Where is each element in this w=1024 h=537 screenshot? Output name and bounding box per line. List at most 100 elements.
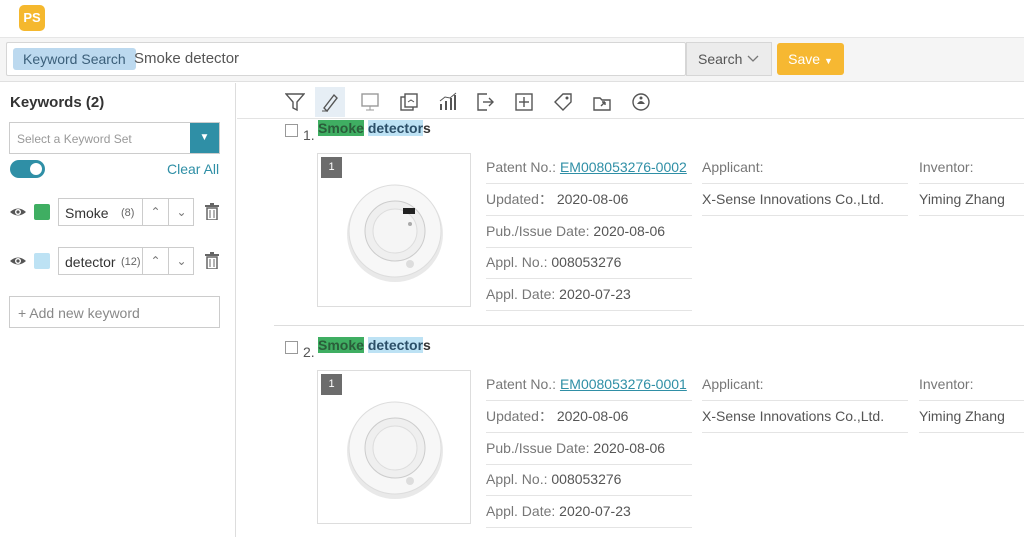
patent-no-link[interactable]: EM008053276-0002 — [560, 159, 687, 175]
keyword-text[interactable]: Smoke — [65, 205, 117, 221]
appl-date-label: Appl. Date: — [486, 286, 556, 302]
updated-label: Updated： — [486, 191, 553, 207]
highlight-pen-icon[interactable] — [315, 87, 345, 117]
keyword-color-swatch[interactable] — [34, 253, 50, 269]
search-mode-chip[interactable]: Keyword Search — [13, 48, 136, 70]
appl-no-value: 008053276 — [551, 471, 622, 487]
highlight-toggle[interactable] — [10, 160, 45, 178]
updated-field: Updated： 2020-08-06 — [486, 184, 692, 216]
patent-no-field: Patent No.: EM008053276-0001 — [486, 369, 692, 401]
result-item: 1. Smoke detectors 1 Patent No.: EM00805… — [274, 120, 1024, 320]
chevron-up-icon[interactable]: ⌃ — [142, 248, 168, 274]
trash-icon[interactable] — [205, 252, 219, 269]
title-highlight-smoke: Smoke — [318, 337, 364, 353]
search-bar: Keyword Search Smoke detector Search Sav… — [0, 38, 1024, 82]
alert-icon[interactable] — [626, 87, 656, 117]
search-button[interactable]: Search — [686, 42, 772, 76]
inventor-value: Yiming Zhang — [919, 184, 1024, 216]
clear-all-link[interactable]: Clear All — [167, 161, 219, 177]
keyword-row: Smoke (8) ⌃ ⌄ — [9, 198, 224, 226]
design-thumbnail[interactable]: 1 — [317, 370, 471, 524]
applicant-value: X-Sense Innovations Co.,Ltd. — [702, 401, 908, 433]
add-box-icon[interactable] — [509, 87, 539, 117]
updated-label: Updated： — [486, 408, 553, 424]
result-number: 2. — [303, 344, 315, 360]
image-count-badge: 1 — [321, 157, 342, 178]
keywords-sidebar: Keywords (2) Select a Keyword Set ▼ Clea… — [0, 83, 236, 537]
add-keyword-input[interactable]: + Add new keyword — [9, 296, 220, 328]
keyword-set-placeholder: Select a Keyword Set — [17, 132, 132, 146]
results-toolbar — [237, 83, 1024, 119]
dropdown-arrow-icon[interactable]: ▼ — [190, 123, 219, 153]
keyword-count: (12) — [121, 256, 141, 268]
title-highlight-detector: detector — [367, 120, 424, 136]
appl-date-value: 2020-07-23 — [559, 286, 631, 302]
eye-icon[interactable] — [9, 203, 27, 221]
keyword-field[interactable]: Smoke (8) ⌃ ⌄ — [58, 198, 194, 226]
chevron-down-icon[interactable]: ⌄ — [168, 199, 194, 225]
title-suffix: s — [423, 120, 431, 136]
keyword-count: (8) — [121, 207, 135, 219]
toggle-knob — [30, 163, 42, 175]
trash-icon[interactable] — [205, 203, 219, 220]
patent-no-link[interactable]: EM008053276-0001 — [560, 376, 687, 392]
app-logo[interactable]: PS — [19, 5, 45, 31]
image-count-badge: 1 — [321, 374, 342, 395]
keyword-text[interactable]: detector — [65, 254, 117, 270]
appl-date-value: 2020-07-23 — [559, 503, 631, 519]
caret-down-icon: ▼ — [823, 56, 833, 66]
patent-no-label: Patent No.: — [486, 376, 557, 392]
chevron-down-icon[interactable] — [747, 43, 759, 87]
move-icon[interactable] — [587, 87, 617, 117]
appl-date-field: Appl. Date: 2020-07-23 — [486, 496, 692, 528]
appl-no-label: Appl. No.: — [486, 471, 548, 487]
inventor-value: Yiming Zhang — [919, 401, 1024, 433]
design-thumbnail[interactable]: 1 — [317, 153, 471, 307]
appl-no-field: Appl. No.: 008053276 — [486, 464, 692, 496]
monitor-icon[interactable] — [355, 87, 385, 117]
pub-date-label: Pub./Issue Date: — [486, 440, 590, 456]
title-highlight-smoke: Smoke — [318, 120, 364, 136]
export-icon[interactable] — [470, 87, 500, 117]
save-button-label: Save — [788, 51, 821, 67]
applicant-label: Applicant: — [702, 152, 908, 184]
appl-date-label: Appl. Date: — [486, 503, 556, 519]
pub-date-label: Pub./Issue Date: — [486, 223, 590, 239]
result-checkbox[interactable] — [285, 341, 298, 354]
title-highlight-detector: detector — [367, 337, 424, 353]
inventor-label: Inventor: — [919, 369, 1024, 401]
inventor-label: Inventor: — [919, 152, 1024, 184]
add-keyword-placeholder: + Add new keyword — [18, 305, 140, 321]
keyword-set-select[interactable]: Select a Keyword Set ▼ — [9, 122, 220, 154]
result-title[interactable]: Smoke detectors — [318, 337, 431, 353]
search-input[interactable]: Keyword Search Smoke detector — [6, 42, 686, 76]
appl-no-field: Appl. No.: 008053276 — [486, 247, 692, 279]
search-query[interactable]: Smoke detector — [134, 50, 239, 67]
compare-icon[interactable] — [394, 87, 424, 117]
tag-icon[interactable] — [548, 87, 578, 117]
updated-value: 2020-08-06 — [556, 191, 629, 207]
save-button[interactable]: Save ▼ — [777, 43, 844, 75]
updated-value: 2020-08-06 — [556, 408, 629, 424]
result-checkbox[interactable] — [285, 124, 298, 137]
appl-no-value: 008053276 — [551, 254, 622, 270]
result-item: 2. Smoke detectors 1 Patent No.: EM00805… — [274, 337, 1024, 537]
eye-icon[interactable] — [9, 252, 27, 270]
chevron-up-icon[interactable]: ⌃ — [142, 199, 168, 225]
analytics-icon[interactable] — [433, 87, 463, 117]
pub-date-value: 2020-08-06 — [593, 223, 666, 239]
title-suffix: s — [423, 337, 431, 353]
result-title[interactable]: Smoke detectors — [318, 120, 431, 136]
chevron-down-icon[interactable]: ⌄ — [168, 248, 194, 274]
keyword-color-swatch[interactable] — [34, 204, 50, 220]
updated-field: Updated： 2020-08-06 — [486, 401, 692, 433]
applicant-label: Applicant: — [702, 369, 908, 401]
pub-date-field: Pub./Issue Date: 2020-08-06 — [486, 433, 692, 465]
appl-no-label: Appl. No.: — [486, 254, 548, 270]
filter-icon[interactable] — [280, 87, 310, 117]
pub-date-value: 2020-08-06 — [593, 440, 666, 456]
keyword-field[interactable]: detector (12) ⌃ ⌄ — [58, 247, 194, 275]
result-divider — [274, 325, 1024, 326]
pub-date-field: Pub./Issue Date: 2020-08-06 — [486, 216, 692, 248]
smoke-detector-image — [347, 184, 443, 282]
